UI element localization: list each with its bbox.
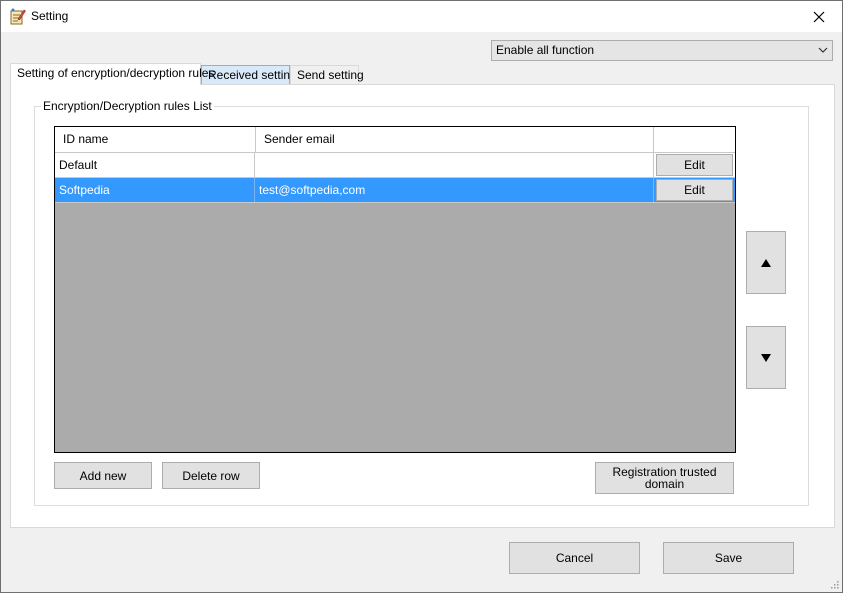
- tab-send-setting[interactable]: Send setting: [290, 65, 364, 85]
- notepad-pen-icon: [10, 8, 26, 25]
- close-icon: [813, 11, 825, 22]
- cell-id-name[interactable]: Softpedia: [55, 178, 255, 202]
- button-label-line: domain: [644, 477, 685, 491]
- tab-label: Setting of encryption/decryption rules: [17, 66, 215, 80]
- edit-button[interactable]: Edit: [656, 154, 733, 176]
- tab-label: Send setting: [297, 68, 364, 82]
- chevron-down-icon: [818, 41, 828, 67]
- cell-sender-email[interactable]: [255, 153, 654, 177]
- function-mode-value: Enable all function: [496, 43, 595, 57]
- settings-window: Setting Enable all function Setting of e…: [0, 0, 843, 593]
- function-mode-select[interactable]: Enable all function: [491, 40, 833, 61]
- table-row[interactable]: Default Edit: [55, 153, 735, 178]
- move-up-button[interactable]: [746, 231, 786, 294]
- rules-grid[interactable]: ID name Sender email Default Edit Softpe…: [54, 126, 736, 453]
- grid-header: ID name Sender email: [55, 127, 735, 153]
- delete-row-button[interactable]: Delete row: [162, 462, 260, 489]
- save-button[interactable]: Save: [663, 542, 794, 574]
- triangle-up-icon: [761, 258, 771, 267]
- add-new-button[interactable]: Add new: [54, 462, 152, 489]
- registration-trusted-domain-button[interactable]: Registration trusted domain: [595, 462, 734, 494]
- tab-panel: Encryption/Decryption rules List ID name…: [10, 84, 835, 528]
- close-button[interactable]: [796, 1, 842, 32]
- group-legend: Encryption/Decryption rules List: [41, 99, 214, 113]
- move-down-button[interactable]: [746, 326, 786, 389]
- edit-button[interactable]: Edit: [656, 179, 733, 201]
- column-header-action: [654, 127, 735, 152]
- resize-grip-icon[interactable]: [829, 579, 839, 589]
- triangle-down-icon: [761, 353, 771, 362]
- cell-id-name[interactable]: Default: [55, 153, 255, 177]
- column-header-id-name[interactable]: ID name: [55, 127, 256, 152]
- window-title: Setting: [31, 9, 69, 23]
- column-header-sender-email[interactable]: Sender email: [256, 127, 654, 152]
- title-bar: Setting: [1, 1, 842, 32]
- cell-sender-email[interactable]: test@softpedia,com: [255, 178, 654, 202]
- tab-encryption-rules[interactable]: Setting of encryption/decryption rules: [10, 63, 214, 85]
- tab-label: Received setting: [208, 68, 297, 82]
- cancel-button[interactable]: Cancel: [509, 542, 640, 574]
- table-row[interactable]: Softpedia test@softpedia,com Edit: [55, 178, 735, 203]
